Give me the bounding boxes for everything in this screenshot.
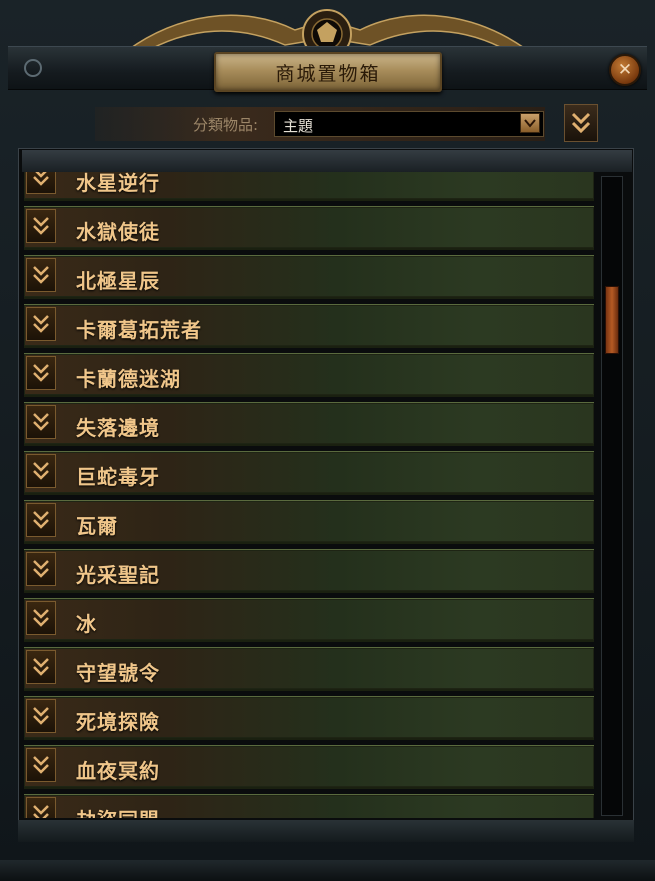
scrollbar-track[interactable]: [601, 176, 623, 816]
scrollbar-thumb[interactable]: [605, 286, 619, 354]
list-item[interactable]: 巨蛇毒牙: [24, 448, 594, 497]
chevron-down-icon[interactable]: [26, 699, 56, 733]
list-item-label: 光采聖記: [76, 563, 160, 587]
list-item-label: 守望號令: [76, 661, 160, 685]
list-item[interactable]: 冰: [24, 595, 594, 644]
item-list[interactable]: 水星逆行水獄使徒北極星辰卡爾葛拓荒者 卡蘭德迷湖失落邊境巨蛇毒牙瓦爾光采聖記冰守望…: [24, 172, 594, 818]
list-item-label: 瓦爾: [76, 514, 118, 538]
chevron-down-icon[interactable]: [26, 356, 56, 390]
list-item-label: 北極星辰: [76, 269, 160, 293]
window-footer: [0, 860, 655, 881]
chevron-down-icon[interactable]: [26, 209, 56, 243]
chevron-down-icon[interactable]: [26, 748, 56, 782]
close-button[interactable]: ✕: [609, 54, 641, 86]
chevron-down-icon[interactable]: [26, 552, 56, 586]
filter-label: 分類物品:: [193, 116, 259, 134]
chevron-down-icon: [571, 112, 591, 134]
list-item[interactable]: 水獄使徒: [24, 203, 594, 252]
list-item[interactable]: 死境探險: [24, 693, 594, 742]
list-item-label: 水星逆行: [76, 172, 160, 195]
list-item-label: 失落邊境: [76, 416, 160, 440]
list-item-label: 巨蛇毒牙: [76, 465, 160, 489]
list-item[interactable]: 卡爾葛拓荒者: [24, 301, 594, 350]
list-item[interactable]: 劫盜同盟: [24, 791, 594, 818]
category-dropdown-value: 主題: [283, 117, 314, 135]
category-dropdown[interactable]: [274, 111, 544, 137]
window-title-plate: 商城置物箱: [214, 52, 442, 92]
ornament-icon: [24, 59, 42, 77]
list-item-label: 水獄使徒: [76, 220, 160, 244]
list-item-background: [24, 598, 594, 642]
list-top-border: [22, 150, 632, 172]
chevron-down-icon[interactable]: [26, 797, 56, 818]
chevron-down-icon[interactable]: [26, 601, 56, 635]
chevron-down-icon[interactable]: [26, 454, 56, 488]
list-item[interactable]: 光采聖記: [24, 546, 594, 595]
dropdown-caret-icon[interactable]: [520, 113, 540, 133]
list-item[interactable]: 卡蘭德迷湖: [24, 350, 594, 399]
list-item-label: 劫盜同盟: [76, 804, 160, 818]
chevron-down-icon[interactable]: [26, 258, 56, 292]
close-icon: ✕: [617, 60, 633, 80]
list-item-label: 血夜冥約: [76, 759, 160, 783]
chevron-down-icon[interactable]: [26, 307, 56, 341]
list-item[interactable]: 失落邊境: [24, 399, 594, 448]
sort-button[interactable]: [564, 104, 598, 142]
chevron-down-icon[interactable]: [26, 405, 56, 439]
list-item[interactable]: 北極星辰: [24, 252, 594, 301]
list-item-label: 冰: [76, 612, 97, 636]
chevron-down-icon[interactable]: [26, 650, 56, 684]
chevron-down-icon[interactable]: [26, 172, 56, 194]
list-item-label: 卡爾葛拓荒者: [76, 318, 202, 342]
list-item[interactable]: 守望號令: [24, 644, 594, 693]
list-bottom-border: [18, 820, 634, 842]
window-title: 商城置物箱: [275, 62, 381, 85]
list-item[interactable]: 水星逆行: [24, 172, 594, 203]
list-item-label: 卡蘭德迷湖: [76, 367, 181, 391]
chevron-down-icon[interactable]: [26, 503, 56, 537]
list-item[interactable]: 瓦爾: [24, 497, 594, 546]
list-item-label: 死境探險: [76, 710, 160, 734]
list-item[interactable]: 血夜冥約: [24, 742, 594, 791]
